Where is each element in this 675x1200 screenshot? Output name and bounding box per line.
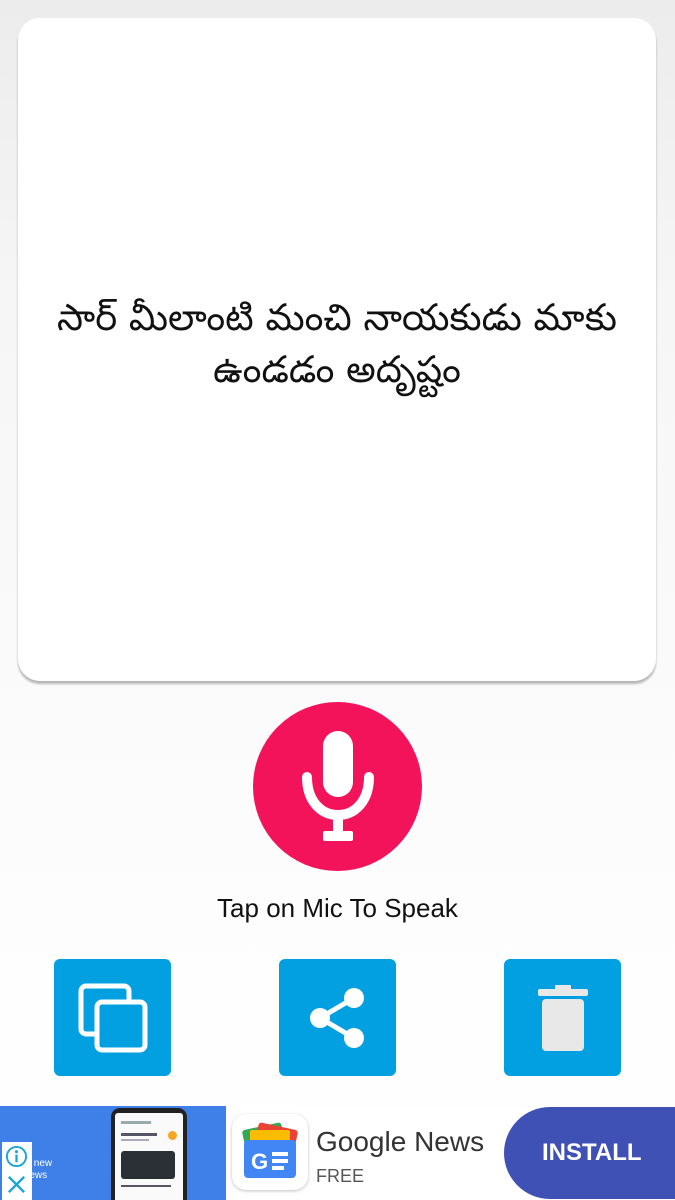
ad-banner[interactable]: et the new gle News G Google News FREE I… (0, 1106, 675, 1200)
share-button[interactable] (279, 959, 396, 1076)
microphone-icon (301, 730, 374, 841)
copy-button[interactable] (54, 959, 171, 1076)
phone-mockup (111, 1108, 187, 1200)
ad-promo-image[interactable]: et the new gle News (0, 1106, 226, 1200)
ad-app-name[interactable]: Google News (316, 1126, 484, 1158)
mic-hint-label: Tap on Mic To Speak (217, 893, 458, 923)
info-icon[interactable] (5, 1145, 28, 1168)
mic-button[interactable] (253, 702, 422, 871)
svg-text:G: G (251, 1149, 268, 1174)
adchoices[interactable] (2, 1142, 32, 1200)
share-icon (309, 987, 364, 1048)
recognized-text: సార్ మీలాంటి మంచి నాయకుడు మాకు ఉండడం అదృ… (57, 295, 617, 391)
speech-result-card: సార్ మీలాంటి మంచి నాయకుడు మాకు ఉండడం అదృ… (18, 18, 656, 681)
install-button[interactable]: INSTALL (504, 1107, 675, 1199)
ad-app-price: FREE (316, 1166, 365, 1186)
close-icon[interactable] (5, 1173, 28, 1196)
delete-button[interactable] (504, 959, 621, 1076)
google-news-icon: G (242, 1122, 298, 1178)
copy-icon (78, 983, 147, 1052)
trash-icon (537, 984, 588, 1051)
google-news-app-icon[interactable]: G (232, 1114, 308, 1190)
